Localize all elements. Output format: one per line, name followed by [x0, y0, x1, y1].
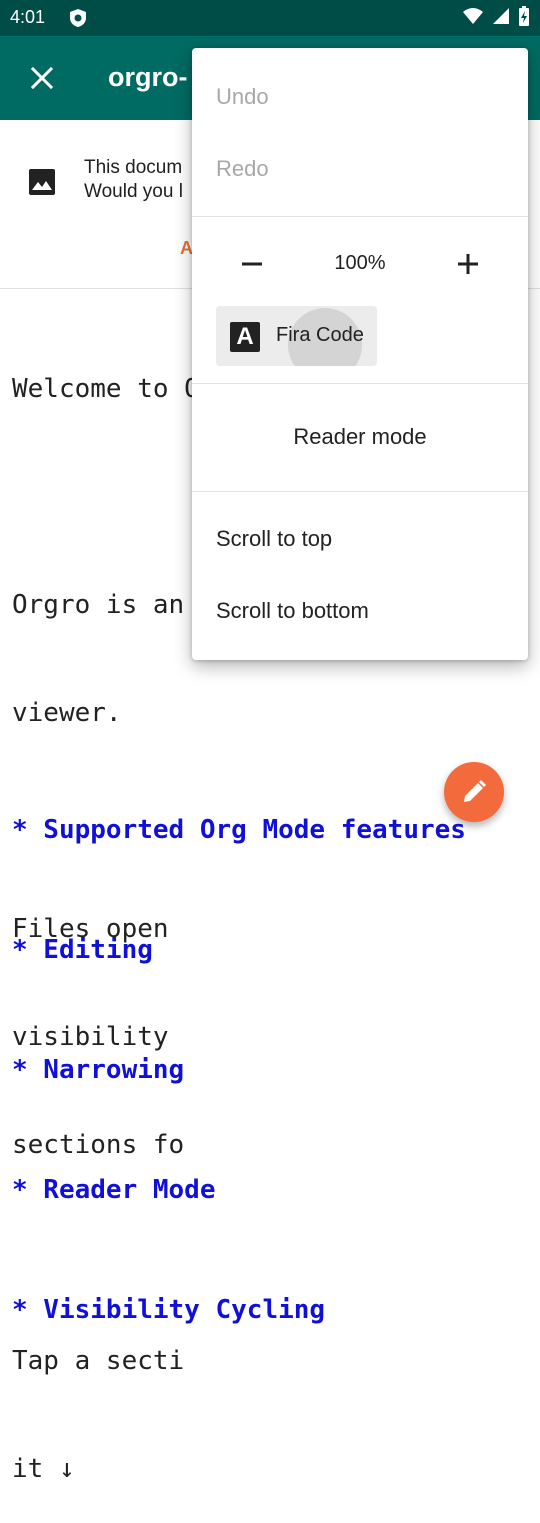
edit-button[interactable]: [444, 762, 504, 822]
close-button[interactable]: [22, 58, 62, 98]
menu-divider: [192, 491, 528, 492]
font-icon: A: [230, 322, 260, 352]
doc-line: it ↓: [12, 1454, 75, 1484]
status-icons: [462, 5, 530, 31]
doc-line: [12, 479, 200, 515]
overflow-menu: Undo Redo 100% A Fira Code Reader mode S…: [192, 48, 528, 660]
section-headings: * Supported Org Mode features * Editing …: [12, 734, 466, 1370]
section-heading-editing[interactable]: * Editing: [12, 926, 466, 974]
shield-icon: [68, 8, 88, 28]
status-bar: 4:01: [0, 0, 540, 36]
banner-line-1: This docum: [84, 157, 183, 178]
menu-divider: [192, 383, 528, 384]
zoom-in-button[interactable]: [452, 248, 484, 280]
menu-divider: [192, 216, 528, 217]
section-heading-visibility-cycling[interactable]: * Visibility Cycling: [12, 1286, 466, 1334]
wifi-icon: [462, 7, 484, 30]
font-name-label: Fira Code: [276, 324, 364, 346]
banner-message: This docum Would you l: [84, 156, 183, 204]
section-heading-narrowing[interactable]: * Narrowing: [12, 1046, 466, 1094]
close-icon: [30, 66, 54, 90]
doc-line: Orgro is an: [12, 590, 185, 620]
plus-icon: [458, 254, 478, 274]
status-time: 4:01: [10, 7, 46, 27]
pencil-icon: [464, 780, 486, 802]
banner-line-2: Would you l: [84, 181, 183, 202]
signal-icon: [492, 7, 510, 30]
scroll-to-top-menu-item[interactable]: Scroll to top: [216, 526, 332, 552]
page-title: orgro-: [108, 62, 188, 92]
battery-icon: [518, 5, 530, 31]
reader-mode-toggle[interactable]: Reader mode: [192, 424, 528, 450]
doc-line: viewer.: [12, 698, 122, 728]
image-icon: [28, 168, 56, 196]
undo-menu-item[interactable]: Undo: [216, 84, 269, 110]
font-selector-chip[interactable]: A Fira Code: [216, 306, 377, 366]
scroll-to-bottom-menu-item[interactable]: Scroll to bottom: [216, 598, 369, 624]
redo-menu-item[interactable]: Redo: [216, 156, 269, 182]
section-heading-supported-features[interactable]: * Supported Org Mode features: [12, 806, 466, 854]
doc-line: Welcome to O: [12, 374, 200, 404]
section-heading-reader-mode[interactable]: * Reader Mode: [12, 1166, 466, 1214]
